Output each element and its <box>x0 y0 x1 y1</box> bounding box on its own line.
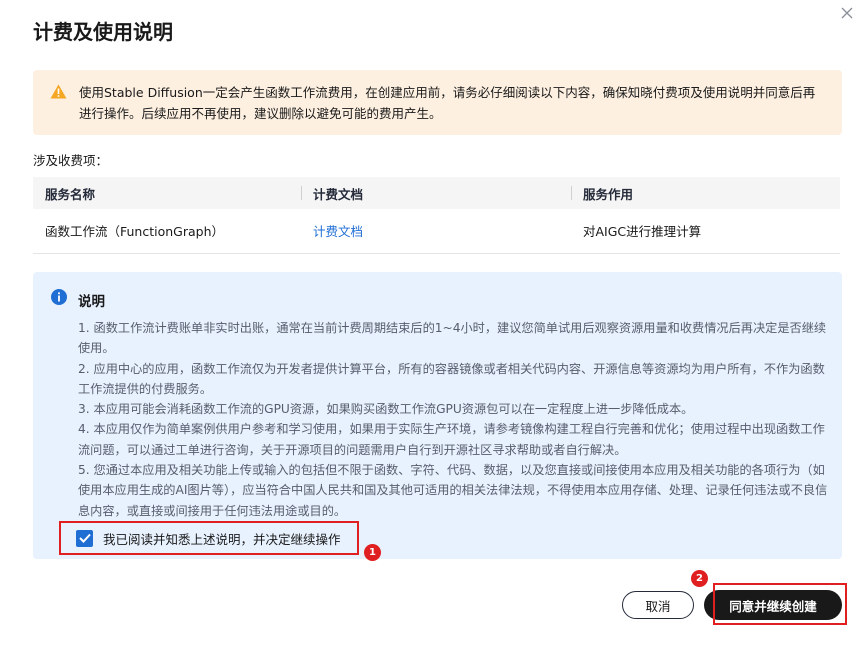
list-item: 2. 应用中心的应用，函数工作流仅为开发者提供计算平台，所有的容器镜像或者相关代… <box>78 361 825 396</box>
list-item: 3. 本应用可能会消耗函数工作流的GPU资源，如果购买函数工作流GPU资源包可以… <box>78 402 694 417</box>
note-title: 说明 <box>78 294 105 310</box>
agree-label: 我已阅读并知悉上述说明，并决定继续操作 <box>103 531 341 547</box>
warning-banner: 使用Stable Diffusion一定会产生函数工作流费用，在创建应用前，请务… <box>33 70 842 135</box>
info-icon <box>51 289 67 305</box>
checkmark-icon <box>78 533 91 543</box>
close-icon[interactable] <box>838 4 856 22</box>
table-header-row: 服务名称 计费文档 服务作用 <box>33 177 840 209</box>
billing-doc-link[interactable]: 计费文档 <box>313 224 363 239</box>
agree-checkbox[interactable] <box>76 529 93 547</box>
step-badge-2: 2 <box>691 570 708 587</box>
cell-service: 函数工作流（FunctionGraph） <box>33 209 301 254</box>
fee-section-label: 涉及收费项： <box>33 153 109 168</box>
column-header-doc: 计费文档 <box>301 177 571 209</box>
note-list: 1. 函数工作流计费账单非实时出账，通常在当前计费周期结束后的1~4小时，建议您… <box>78 318 828 521</box>
warning-text: 使用Stable Diffusion一定会产生函数工作流费用，在创建应用前，请务… <box>79 85 816 121</box>
cell-doc: 计费文档 <box>301 209 571 254</box>
list-item: 4. 本应用仅作为简单案例供用户参考和学习使用，如果用于实际生产环境，请参考镜像… <box>78 422 825 457</box>
cancel-button[interactable]: 取消 <box>622 591 694 619</box>
cell-purpose: 对AIGC进行推理计算 <box>571 209 840 254</box>
column-header-service: 服务名称 <box>33 177 301 209</box>
fee-table: 服务名称 计费文档 服务作用 函数工作流（FunctionGraph） 计费文档… <box>33 177 840 254</box>
dialog-title: 计费及使用说明 <box>33 20 173 44</box>
agree-checkbox-row[interactable]: 我已阅读并知悉上述说明，并决定继续操作 <box>59 521 359 555</box>
step-badge-1: 1 <box>364 544 381 561</box>
table-row: 函数工作流（FunctionGraph） 计费文档 对AIGC进行推理计算 <box>33 209 840 254</box>
note-panel: 说明 1. 函数工作流计费账单非实时出账，通常在当前计费周期结束后的1~4小时，… <box>33 272 842 559</box>
list-item: 1. 函数工作流计费账单非实时出账，通常在当前计费周期结束后的1~4小时，建议您… <box>78 321 827 356</box>
list-item: 5. 您通过本应用及相关功能上传或输入的包括但不限于函数、字符、代码、数据，以及… <box>78 463 828 518</box>
warning-icon <box>50 84 67 99</box>
highlight-box <box>713 583 847 625</box>
column-header-purpose: 服务作用 <box>571 177 840 209</box>
